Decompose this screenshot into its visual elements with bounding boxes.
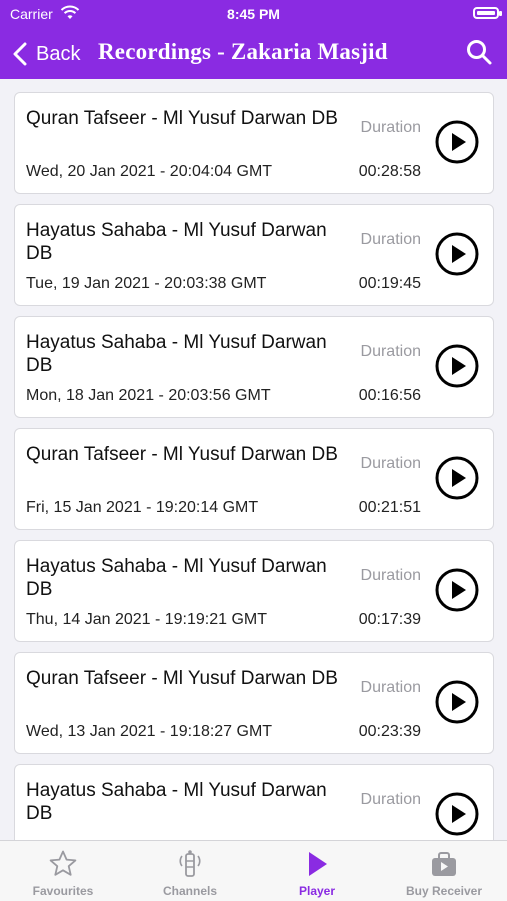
recording-duration: 00:28:58 bbox=[358, 163, 421, 180]
recording-date: Wed, 20 Jan 2021 - 20:04:04 GMT bbox=[26, 163, 273, 180]
duration-label: Duration bbox=[360, 119, 421, 136]
recording-duration: 00:19:45 bbox=[358, 275, 421, 292]
play-button[interactable] bbox=[435, 568, 479, 612]
tab-bar: Favourites Channels Player Buy Receiver bbox=[0, 840, 507, 901]
tab-player[interactable]: Player bbox=[254, 841, 380, 901]
header: Carrier 8:45 PM Back Recordings - Zakari… bbox=[0, 0, 507, 79]
star-icon bbox=[49, 850, 77, 876]
battery-icon bbox=[473, 7, 502, 19]
recording-card[interactable]: Quran Tafseer - Ml Yusuf Darwan DB Wed, … bbox=[14, 92, 494, 194]
play-button[interactable] bbox=[435, 456, 479, 500]
play-button[interactable] bbox=[435, 680, 479, 724]
status-time: 8:45 PM bbox=[227, 6, 280, 22]
recording-title: Hayatus Sahaba - Ml Yusuf Darwan DB bbox=[26, 332, 327, 376]
play-button[interactable] bbox=[435, 792, 479, 836]
search-icon[interactable] bbox=[465, 38, 493, 66]
recording-card[interactable]: Quran Tafseer - Ml Yusuf Darwan DB Wed, … bbox=[14, 652, 494, 754]
recording-title: Hayatus Sahaba - Ml Yusuf Darwan DB bbox=[26, 220, 327, 264]
page-title: Recordings - Zakaria Masjid bbox=[98, 39, 388, 64]
recording-card[interactable]: Hayatus Sahaba - Ml Yusuf Darwan DB Tue,… bbox=[14, 204, 494, 306]
recording-duration: 00:16:56 bbox=[358, 387, 421, 404]
tab-buy-receiver[interactable]: Buy Receiver bbox=[381, 841, 507, 901]
recording-duration: 00:17:39 bbox=[358, 611, 421, 628]
tab-channels[interactable]: Channels bbox=[127, 841, 253, 901]
play-button[interactable] bbox=[435, 120, 479, 164]
tab-label: Player bbox=[298, 884, 336, 898]
duration-label: Duration bbox=[360, 455, 421, 472]
recordings-list[interactable]: Quran Tafseer - Ml Yusuf Darwan DB Wed, … bbox=[0, 79, 507, 840]
back-label: Back bbox=[36, 42, 81, 65]
recording-date: Wed, 13 Jan 2021 - 19:18:27 GMT bbox=[26, 723, 273, 740]
recording-title: Hayatus Sahaba - Ml Yusuf Darwan DB bbox=[26, 556, 327, 600]
recording-duration: 00:23:39 bbox=[358, 723, 421, 740]
recording-date: Tue, 19 Jan 2021 - 20:03:38 GMT bbox=[26, 275, 267, 292]
recording-card[interactable]: Hayatus Sahaba - Ml Yusuf Darwan DB Dura… bbox=[14, 764, 494, 840]
recording-title: Quran Tafseer - Ml Yusuf Darwan DB bbox=[26, 444, 338, 465]
tab-label: Channels bbox=[162, 884, 217, 898]
status-bar: Carrier 8:45 PM bbox=[0, 0, 507, 28]
play-button[interactable] bbox=[435, 344, 479, 388]
recording-date: Fri, 15 Jan 2021 - 19:20:14 GMT bbox=[26, 499, 259, 516]
recording-title: Hayatus Sahaba - Ml Yusuf Darwan DB bbox=[26, 780, 327, 824]
tab-favourites[interactable]: Favourites bbox=[0, 841, 126, 901]
recording-card[interactable]: Quran Tafseer - Ml Yusuf Darwan DB Fri, … bbox=[14, 428, 494, 530]
radio-tower-icon bbox=[179, 850, 201, 877]
recording-card[interactable]: Hayatus Sahaba - Ml Yusuf Darwan DB Thu,… bbox=[14, 540, 494, 642]
recording-title: Quran Tafseer - Ml Yusuf Darwan DB bbox=[26, 668, 338, 689]
play-icon bbox=[309, 852, 327, 876]
tab-label: Favourites bbox=[32, 884, 94, 898]
duration-label: Duration bbox=[360, 791, 421, 808]
duration-label: Duration bbox=[360, 231, 421, 248]
back-button[interactable]: Back bbox=[12, 38, 80, 70]
play-button[interactable] bbox=[435, 232, 479, 276]
recording-title: Quran Tafseer - Ml Yusuf Darwan DB bbox=[26, 108, 338, 129]
shopping-bag-icon bbox=[432, 852, 456, 876]
recording-date: Mon, 18 Jan 2021 - 20:03:56 GMT bbox=[26, 387, 271, 404]
recording-duration: 00:21:51 bbox=[358, 499, 421, 516]
navigation-bar: Back Recordings - Zakaria Masjid bbox=[0, 28, 507, 79]
recording-card[interactable]: Hayatus Sahaba - Ml Yusuf Darwan DB Mon,… bbox=[14, 316, 494, 418]
duration-label: Duration bbox=[360, 567, 421, 584]
chevron-left-icon bbox=[13, 42, 27, 66]
tab-label: Buy Receiver bbox=[405, 884, 483, 898]
recording-date: Thu, 14 Jan 2021 - 19:19:21 GMT bbox=[26, 611, 268, 628]
duration-label: Duration bbox=[360, 679, 421, 696]
duration-label: Duration bbox=[360, 343, 421, 360]
